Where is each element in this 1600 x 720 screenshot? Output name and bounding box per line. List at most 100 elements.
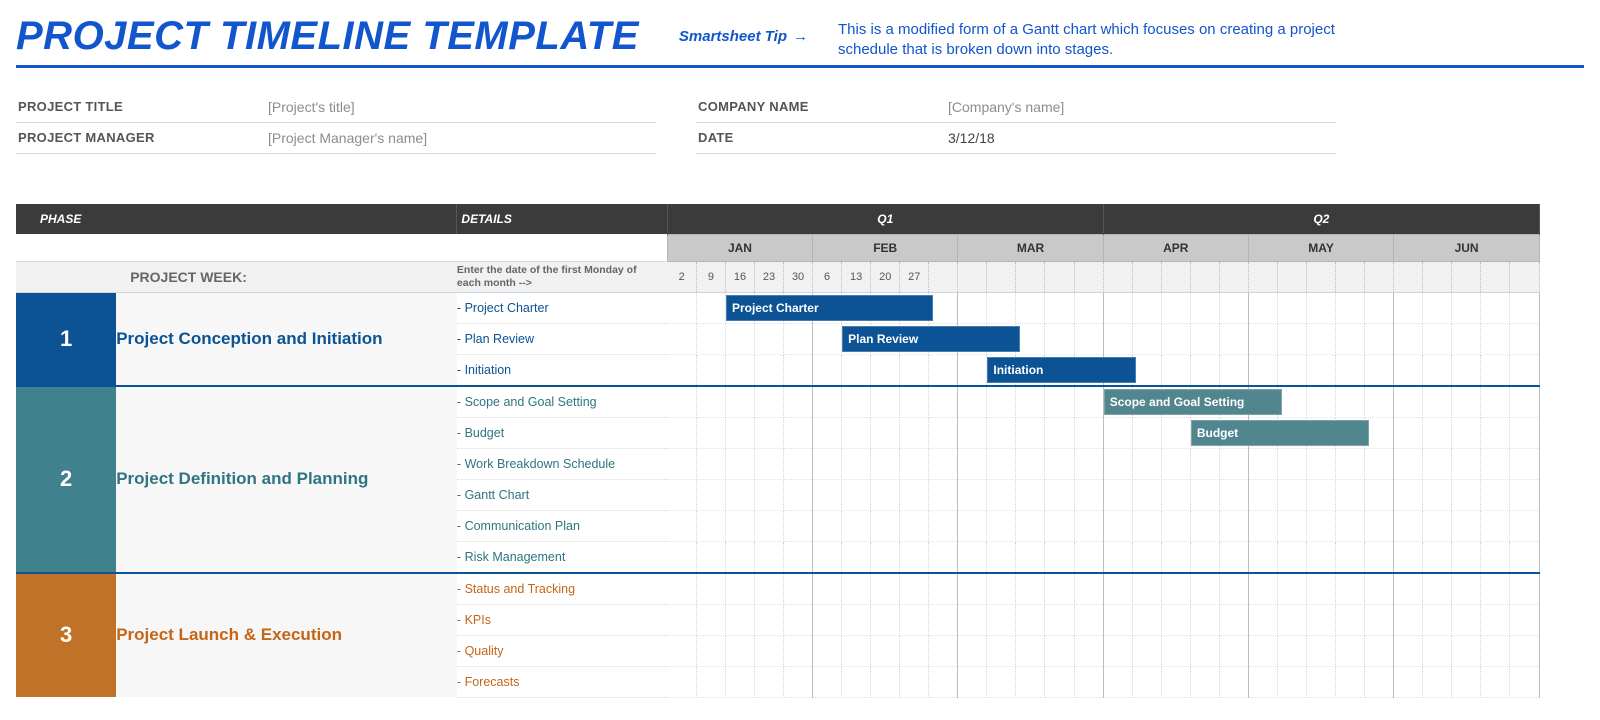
- timeline-cell[interactable]: [1423, 510, 1452, 541]
- timeline-cell[interactable]: [871, 541, 900, 573]
- timeline-cell[interactable]: [987, 479, 1016, 510]
- timeline-cell[interactable]: [1248, 417, 1277, 448]
- timeline-cell[interactable]: [958, 666, 987, 697]
- timeline-cell[interactable]: [1481, 510, 1510, 541]
- timeline-cell[interactable]: [929, 386, 958, 418]
- timeline-cell[interactable]: [1365, 417, 1394, 448]
- timeline-cell[interactable]: [1394, 635, 1423, 666]
- timeline-cell[interactable]: [1190, 448, 1219, 479]
- timeline-cell[interactable]: [1161, 354, 1190, 386]
- timeline-cell[interactable]: [1307, 666, 1336, 697]
- timeline-cell[interactable]: [1423, 417, 1452, 448]
- timeline-cell[interactable]: [725, 635, 754, 666]
- timeline-cell[interactable]: [1423, 448, 1452, 479]
- timeline-cell[interactable]: [1510, 541, 1540, 573]
- timeline-cell[interactable]: [1016, 635, 1045, 666]
- timeline-cell[interactable]: [1132, 448, 1161, 479]
- timeline-cell[interactable]: [1103, 510, 1132, 541]
- timeline-cell[interactable]: [1248, 479, 1277, 510]
- timeline-cell[interactable]: [667, 292, 696, 323]
- timeline-cell[interactable]: [1132, 573, 1161, 605]
- timeline-cell[interactable]: [1132, 354, 1161, 386]
- timeline-cell[interactable]: [1219, 417, 1248, 448]
- timeline-cell[interactable]: [900, 573, 929, 605]
- timeline-cell[interactable]: [667, 417, 696, 448]
- timeline-cell[interactable]: [987, 604, 1016, 635]
- timeline-cell[interactable]: [1307, 323, 1336, 354]
- timeline-cell[interactable]: [1307, 448, 1336, 479]
- timeline-cell[interactable]: [1452, 666, 1481, 697]
- timeline-cell[interactable]: [1336, 635, 1365, 666]
- timeline-cell[interactable]: [1452, 510, 1481, 541]
- timeline-cell[interactable]: [1248, 666, 1277, 697]
- timeline-cell[interactable]: [813, 354, 842, 386]
- timeline-cell[interactable]: [1394, 510, 1423, 541]
- timeline-cell[interactable]: [696, 417, 725, 448]
- timeline-cell[interactable]: [755, 573, 784, 605]
- timeline-cell[interactable]: [1336, 666, 1365, 697]
- timeline-cell[interactable]: [1248, 448, 1277, 479]
- timeline-cell[interactable]: [1510, 448, 1540, 479]
- timeline-cell[interactable]: [696, 479, 725, 510]
- timeline-cell[interactable]: [1336, 354, 1365, 386]
- timeline-cell[interactable]: [842, 386, 871, 418]
- timeline-cell[interactable]: [755, 448, 784, 479]
- timeline-cell[interactable]: [1307, 541, 1336, 573]
- timeline-cell[interactable]: [958, 292, 987, 323]
- timeline-cell[interactable]: [1103, 479, 1132, 510]
- timeline-cell[interactable]: [842, 666, 871, 697]
- timeline-cell[interactable]: [1481, 292, 1510, 323]
- timeline-cell[interactable]: [1394, 604, 1423, 635]
- timeline-cell[interactable]: [1016, 323, 1045, 354]
- timeline-cell[interactable]: [1481, 448, 1510, 479]
- timeline-cell[interactable]: [929, 573, 958, 605]
- task-label[interactable]: Gantt Chart: [457, 479, 667, 510]
- timeline-cell[interactable]: [755, 354, 784, 386]
- timeline-cell[interactable]: [1365, 573, 1394, 605]
- timeline-cell[interactable]: [1045, 386, 1074, 418]
- timeline-cell[interactable]: [1277, 510, 1306, 541]
- timeline-cell[interactable]: [1394, 354, 1423, 386]
- timeline-cell[interactable]: [755, 510, 784, 541]
- timeline-cell[interactable]: [1336, 573, 1365, 605]
- timeline-cell[interactable]: [842, 448, 871, 479]
- timeline-cell[interactable]: [813, 604, 842, 635]
- timeline-cell[interactable]: [1423, 666, 1452, 697]
- timeline-cell[interactable]: [929, 417, 958, 448]
- timeline-cell[interactable]: [1423, 292, 1452, 323]
- timeline-cell[interactable]: [784, 510, 813, 541]
- week-cell[interactable]: [987, 261, 1016, 292]
- timeline-cell[interactable]: [900, 448, 929, 479]
- timeline-cell[interactable]: [1510, 479, 1540, 510]
- timeline-cell[interactable]: [987, 323, 1016, 354]
- timeline-cell[interactable]: [1016, 666, 1045, 697]
- week-cell[interactable]: [1423, 261, 1452, 292]
- timeline-cell[interactable]: [1336, 323, 1365, 354]
- timeline-cell[interactable]: [1045, 666, 1074, 697]
- timeline-cell[interactable]: [1103, 448, 1132, 479]
- timeline-cell[interactable]: [900, 386, 929, 418]
- timeline-cell[interactable]: [1365, 292, 1394, 323]
- timeline-cell[interactable]: [929, 635, 958, 666]
- timeline-cell[interactable]: [900, 541, 929, 573]
- timeline-cell[interactable]: [1394, 323, 1423, 354]
- timeline-cell[interactable]: [871, 510, 900, 541]
- week-cell[interactable]: [1161, 261, 1190, 292]
- week-cell[interactable]: 27: [900, 261, 929, 292]
- task-label[interactable]: Risk Management: [457, 541, 667, 573]
- timeline-cell[interactable]: [813, 541, 842, 573]
- timeline-cell[interactable]: [1336, 448, 1365, 479]
- week-cell[interactable]: 16: [725, 261, 754, 292]
- timeline-cell[interactable]: [1132, 635, 1161, 666]
- timeline-cell[interactable]: [813, 635, 842, 666]
- timeline-cell[interactable]: [1277, 604, 1306, 635]
- timeline-cell[interactable]: [1190, 510, 1219, 541]
- timeline-cell[interactable]: [1016, 292, 1045, 323]
- timeline-cell[interactable]: [1016, 354, 1045, 386]
- timeline-cell[interactable]: [784, 479, 813, 510]
- timeline-cell[interactable]: [1045, 510, 1074, 541]
- timeline-cell[interactable]: [1510, 604, 1540, 635]
- timeline-cell[interactable]: [1161, 292, 1190, 323]
- timeline-cell[interactable]: [784, 354, 813, 386]
- timeline-cell[interactable]: [667, 635, 696, 666]
